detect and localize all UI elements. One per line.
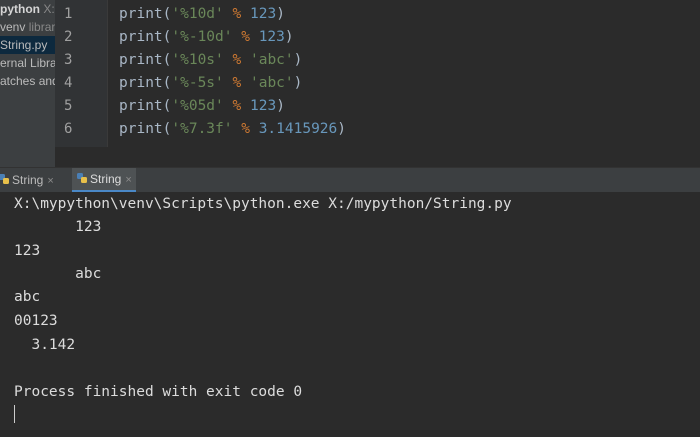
project-root-path: X:	[43, 2, 55, 16]
console-line: 123	[14, 243, 41, 259]
code-operator: %	[223, 98, 250, 114]
line-number: 1	[64, 6, 73, 22]
scratches-item[interactable]: atches and	[0, 72, 55, 90]
line-number: 4	[64, 75, 73, 91]
file-name: String.py	[0, 38, 48, 52]
console-line: 00123	[14, 313, 58, 329]
code-close-paren: )	[293, 75, 303, 91]
code-func: print(	[119, 52, 172, 68]
code-argument: 123	[249, 98, 277, 114]
external-libraries-item[interactable]: ernal Librar	[0, 54, 55, 72]
code-func: print(	[119, 121, 172, 137]
project-root-name: python	[0, 2, 40, 16]
code-format-string: '%-10d'	[171, 29, 233, 45]
close-icon[interactable]: ×	[125, 174, 131, 186]
console-line: X:\mypython\venv\Scripts\python.exe X:/m…	[14, 196, 512, 212]
line-number: 2	[64, 29, 73, 45]
code-line[interactable]: print('%10s' % 'abc')	[119, 49, 302, 72]
code-close-paren: )	[276, 6, 285, 22]
run-tab-active[interactable]: String ×	[72, 168, 136, 192]
line-number: 5	[64, 98, 73, 114]
code-format-string: '%10s'	[171, 52, 224, 68]
venv-suffix: librar	[28, 20, 55, 34]
code-argument: 'abc'	[249, 75, 294, 91]
code-func: print(	[119, 75, 172, 91]
run-tab-label: String	[90, 172, 122, 186]
console-line: abc	[14, 289, 41, 305]
console-line: abc	[14, 266, 102, 282]
code-operator: %	[223, 75, 250, 91]
code-func: print(	[119, 6, 172, 22]
line-number: 6	[64, 121, 73, 137]
run-tab[interactable]: String ×	[0, 168, 58, 192]
code-close-paren: )	[276, 98, 285, 114]
code-operator: %	[232, 29, 259, 45]
editor-bottom-area	[55, 147, 700, 167]
project-panel: python X: venv librar String.py ernal Li…	[0, 0, 55, 167]
venv-label: venv	[0, 20, 26, 34]
text-cursor	[14, 405, 15, 423]
code-line[interactable]: print('%-5s' % 'abc')	[119, 72, 302, 95]
code-func: print(	[119, 29, 172, 45]
run-tab-label: String	[12, 173, 44, 187]
code-line[interactable]: print('%-10d' % 123)	[119, 26, 294, 49]
code-operator: %	[232, 121, 259, 137]
code-line[interactable]: print('%10d' % 123)	[119, 3, 285, 26]
scratches-label: atches and	[0, 74, 55, 88]
code-func: print(	[119, 98, 172, 114]
close-icon[interactable]: ×	[47, 175, 53, 187]
console-line: 3.142	[14, 337, 76, 353]
run-tab-bar: String × String ×	[0, 167, 700, 193]
code-line[interactable]: print('%05d' % 123)	[119, 95, 285, 118]
python-icon	[0, 174, 9, 184]
python-icon	[77, 173, 87, 183]
code-line[interactable]: print('%7.3f' % 3.1415926)	[119, 118, 346, 141]
editor-gutter	[55, 0, 108, 147]
code-format-string: '%7.3f'	[171, 121, 233, 137]
code-operator: %	[223, 52, 250, 68]
code-format-string: '%-5s'	[171, 75, 224, 91]
external-libraries-label: ernal Librar	[0, 56, 55, 70]
code-format-string: '%05d'	[171, 98, 224, 114]
code-argument: 123	[258, 29, 285, 45]
code-operator: %	[223, 6, 250, 22]
venv-item[interactable]: venv librar	[0, 18, 55, 36]
code-argument: 123	[249, 6, 277, 22]
line-number: 3	[64, 52, 73, 68]
file-item-string-py[interactable]: String.py	[0, 36, 55, 54]
console-line: Process finished with exit code 0	[14, 384, 303, 400]
code-close-paren: )	[337, 121, 347, 137]
code-close-paren: )	[293, 52, 303, 68]
project-root-item[interactable]: python X:	[0, 0, 55, 18]
code-argument: 'abc'	[249, 52, 294, 68]
console-line: 123	[14, 219, 102, 235]
code-format-string: '%10d'	[171, 6, 224, 22]
code-close-paren: )	[284, 29, 294, 45]
code-argument: 3.1415926	[258, 121, 338, 137]
